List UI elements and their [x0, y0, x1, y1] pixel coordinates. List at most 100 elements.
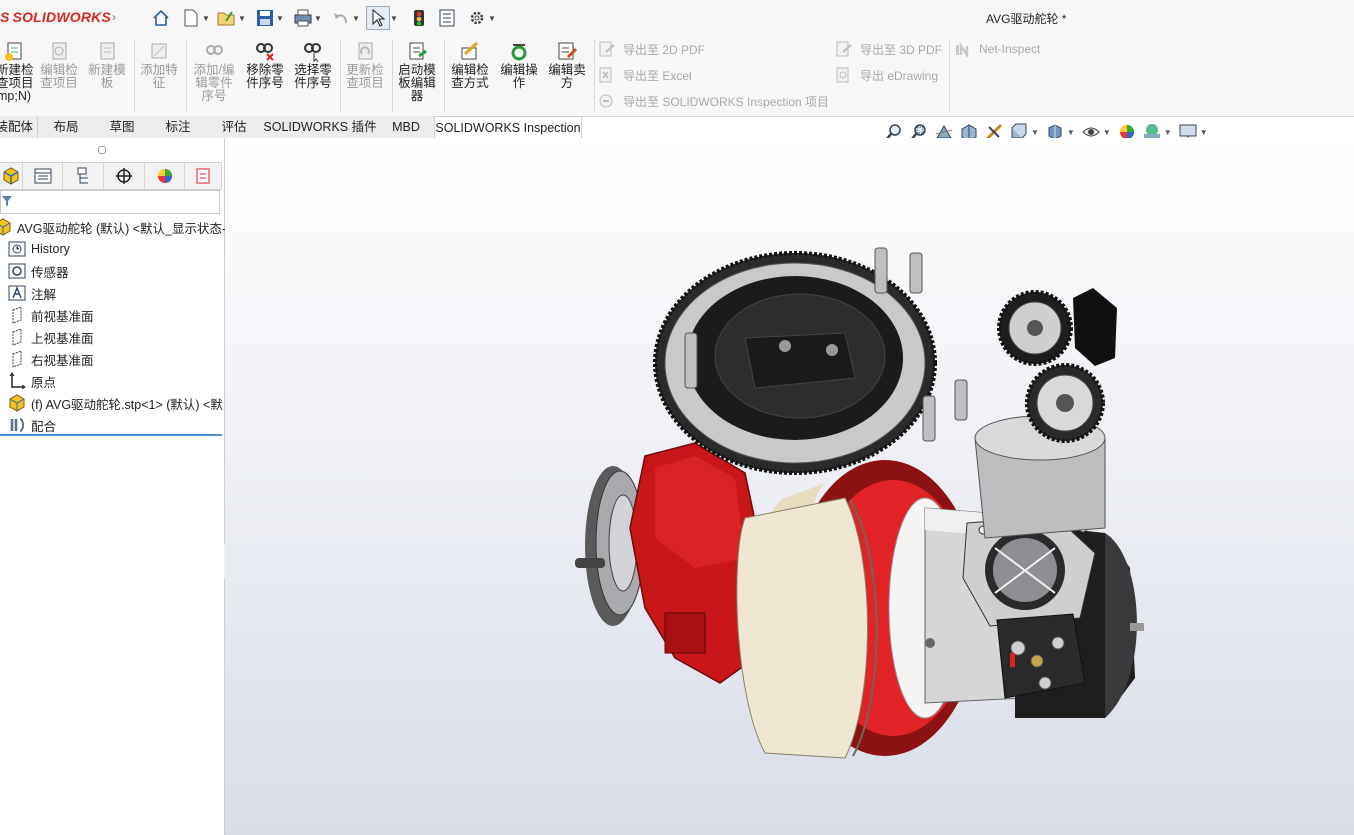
chevron-down-icon[interactable]: ▼ — [1200, 128, 1208, 137]
export-2d-pdf-button[interactable]: 导出至 2D PDF — [598, 38, 705, 60]
export-excel-button[interactable]: 导出至 Excel — [598, 64, 692, 86]
tab-sketch[interactable]: 草图 — [94, 116, 151, 138]
operation-icon — [511, 44, 527, 61]
export-3d-pdf-button[interactable]: 导出至 3D PDF — [835, 38, 942, 60]
tree-item-origin[interactable]: 原点 — [8, 370, 56, 392]
chevron-down-icon[interactable]: ▼ — [202, 14, 210, 23]
launch-template-editor-button[interactable]: 启动模 板编辑 器 — [394, 40, 440, 103]
chevron-down-icon[interactable]: ▼ — [276, 14, 284, 23]
rebuild-icon[interactable] — [408, 7, 430, 29]
plane-icon — [12, 306, 22, 324]
remove-balloon-button[interactable]: 移除零 件序号 — [242, 40, 288, 90]
window-title: AVG驱动舵轮 * — [986, 12, 1067, 26]
new-inspection-project-button[interactable]: 新建检 查项目 mp;N) — [0, 40, 34, 103]
save-icon[interactable] — [254, 7, 276, 29]
feature-manager-tab[interactable] — [0, 163, 23, 189]
tree-item-history[interactable]: History — [8, 238, 70, 260]
display-manager-icon — [157, 169, 172, 183]
chevron-down-icon[interactable]: ▼ — [314, 14, 322, 23]
update-icon — [358, 42, 373, 60]
feature-manager-panel: AVG驱动舵轮 (默认) <默认_显示状态-1 History 传感器 注解 前… — [0, 138, 233, 835]
tab-evaluate[interactable]: 评估 — [206, 116, 263, 138]
chevron-down-icon[interactable]: ▼ — [238, 14, 246, 23]
inspection-icon — [196, 168, 210, 184]
graphics-area[interactable] — [225, 138, 1354, 835]
print-icon[interactable] — [292, 7, 314, 29]
edit-vendor-button[interactable]: 编辑卖 方 — [544, 40, 590, 90]
chevron-down-icon[interactable]: ▼ — [1031, 128, 1039, 137]
filter-icon — [2, 196, 12, 206]
inspection-tab[interactable] — [185, 163, 223, 189]
tree-root-assembly[interactable]: AVG驱动舵轮 (默认) <默认_显示状态-1 — [0, 216, 233, 238]
pdf3d-export-icon — [836, 41, 852, 57]
add-edit-balloon-button[interactable]: 添加/编 辑零件 序号 — [190, 40, 238, 103]
display-manager-tab[interactable] — [145, 163, 186, 189]
tree-item-front-plane[interactable]: 前视基准面 — [8, 304, 94, 326]
history-icon — [8, 241, 26, 257]
tree-item-right-plane[interactable]: 右视基准面 — [8, 348, 94, 370]
options-gear-icon[interactable] — [466, 7, 488, 29]
remove-balloon-icon — [256, 43, 274, 61]
plane-icon — [12, 350, 22, 368]
select-icon[interactable] — [366, 6, 390, 30]
export-edrawing-button[interactable]: 导出 eDrawing — [835, 64, 938, 86]
property-manager-tab[interactable] — [23, 163, 64, 189]
net-inspect-button[interactable]: Net-Inspect — [954, 38, 1040, 60]
chevron-down-icon[interactable]: ▼ — [352, 14, 360, 23]
add-feature-button[interactable]: 添加特 征 — [136, 40, 182, 90]
dimxpert-manager-tab[interactable] — [104, 163, 145, 189]
panel-grip-icon[interactable] — [98, 146, 106, 154]
edit-inspection-method-button[interactable]: 编辑检 查方式 — [446, 40, 494, 90]
property-manager-icon — [34, 168, 52, 184]
open-icon[interactable] — [216, 7, 238, 29]
export-inspection-project-button[interactable]: 导出至 SOLIDWORKS Inspection 项目 — [598, 90, 829, 112]
tab-assembly[interactable]: 装配体 — [0, 116, 38, 138]
chevron-down-icon[interactable]: ▼ — [390, 14, 398, 23]
solidworks-logo[interactable]: S SOLIDWORKS › — [0, 9, 116, 25]
configuration-manager-tab[interactable] — [63, 163, 105, 189]
configuration-manager-icon — [77, 167, 89, 184]
update-inspection-project-button[interactable]: 更新检 查项目 — [342, 40, 388, 90]
template-editor-icon — [409, 42, 427, 60]
panel-tabs — [0, 162, 223, 190]
file-properties-icon[interactable] — [436, 7, 458, 29]
tree-end-marker — [0, 434, 222, 436]
chevron-down-icon[interactable]: ▼ — [1164, 128, 1172, 137]
avg-drive-wheel-model[interactable] — [225, 138, 1354, 835]
chevron-down-icon[interactable]: ▼ — [1067, 128, 1075, 137]
mates-icon — [10, 418, 24, 432]
new-template-button[interactable]: 新建模 板 — [84, 40, 130, 90]
tree-item-mates[interactable]: 配合 — [8, 414, 56, 436]
select-balloon-icon — [304, 43, 321, 62]
tree-item-sensors[interactable]: 传感器 — [8, 260, 69, 282]
tree-item-top-plane[interactable]: 上视基准面 — [8, 326, 94, 348]
undo-icon[interactable] — [330, 7, 352, 29]
tree-item-annotations[interactable]: 注解 — [8, 282, 56, 304]
quick-access-toolbar: ▼ ▼ ▼ ▼ ▼ ▼ ▼ — [150, 6, 496, 30]
tab-solidworks-inspection[interactable]: SOLIDWORKS Inspection — [434, 116, 582, 140]
tab-layout[interactable]: 布局 — [38, 116, 95, 138]
edit-operation-button[interactable]: 编辑操 作 — [496, 40, 542, 90]
chevron-down-icon[interactable]: ▼ — [488, 14, 496, 23]
edrawing-export-icon — [836, 67, 849, 83]
pdf-export-icon — [599, 41, 615, 57]
home-icon[interactable] — [150, 7, 172, 29]
chevron-down-icon[interactable]: ▼ — [1103, 128, 1111, 137]
new-document-icon[interactable] — [180, 7, 202, 29]
title-bar: S SOLIDWORKS › ▼ ▼ ▼ ▼ ▼ ▼ ▼ AVG驱动舵轮 * — [0, 0, 1354, 37]
net-inspect-icon — [956, 42, 969, 57]
edit-inspection-project-button[interactable]: 编辑检 查项目 — [36, 40, 82, 90]
project-export-icon — [599, 94, 613, 108]
select-balloon-button[interactable]: 选择零 件序号 — [290, 40, 336, 90]
tab-markup[interactable]: 标注 — [150, 116, 207, 138]
tree-filter-box[interactable] — [0, 190, 220, 214]
command-tabs: 装配体 布局 草图 标注 评估 SOLIDWORKS 插件 MBD SOLIDW… — [0, 116, 582, 140]
tree-item-stp-part[interactable]: (f) AVG驱动舵轮.stp<1> (默认) <默 — [8, 392, 223, 414]
vendor-icon — [558, 42, 578, 60]
annotation-icon — [8, 285, 26, 301]
tab-mbd[interactable]: MBD — [378, 116, 435, 138]
tab-solidworks-addins[interactable]: SOLIDWORKS 插件 — [262, 116, 379, 138]
part-icon — [9, 394, 25, 412]
balloon-icon — [206, 45, 223, 55]
crosshair-icon — [115, 168, 132, 184]
